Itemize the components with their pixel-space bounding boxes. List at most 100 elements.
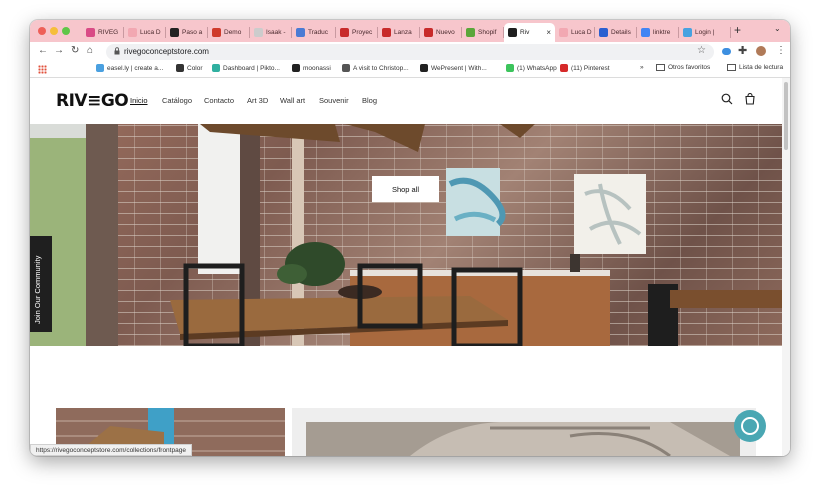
reading-list-button[interactable]: Lista de lectura: [727, 64, 783, 71]
tab-favicon-icon: [382, 28, 391, 37]
nav-link[interactable]: Souvenir: [319, 96, 349, 105]
bookmarks-more-button[interactable]: »: [640, 64, 644, 71]
other-bookmarks-folder[interactable]: Otros favoritos: [656, 64, 710, 71]
collection-tiles: [56, 408, 756, 456]
folder-icon: [656, 64, 665, 71]
reload-icon[interactable]: ↻: [71, 45, 79, 56]
browser-tab[interactable]: Isaak -: [250, 23, 292, 42]
bookmark-item[interactable]: moonassi: [292, 64, 331, 72]
scrollbar-thumb[interactable]: [784, 82, 788, 150]
browser-tab[interactable]: Lanza: [378, 23, 420, 42]
bookmark-label: (1) WhatsApp: [517, 64, 557, 72]
cloud-extension-icon[interactable]: [722, 48, 731, 55]
bookmark-item[interactable]: easel.ly | create a...: [96, 64, 163, 72]
browser-tab[interactable]: Shopif: [462, 23, 504, 42]
tab-separator: [730, 27, 731, 38]
hero-banner: Shop all: [30, 124, 782, 346]
tab-favicon-icon: [170, 28, 179, 37]
address-bar[interactable]: rivegoconceptstore.com ☆: [106, 44, 714, 60]
browser-tab[interactable]: Login |: [679, 23, 731, 42]
cart-icon[interactable]: [744, 93, 756, 105]
chat-widget-button[interactable]: [734, 410, 766, 442]
tab-title: linktre: [653, 29, 671, 36]
join-community-label: Join Our Community: [33, 255, 42, 324]
nav-link[interactable]: Wall art: [280, 96, 305, 105]
bookmark-item[interactable]: A visit to Christop...: [342, 64, 409, 72]
bookmark-item[interactable]: WePresent | With...: [420, 64, 487, 72]
bookmark-favicon-icon: [560, 64, 568, 72]
tab-favicon-icon: [212, 28, 221, 37]
browser-tab[interactable]: Nuevo: [420, 23, 462, 42]
tab-title: Nuevo: [436, 29, 455, 36]
bookmark-item[interactable]: Dashboard | Pikto...: [212, 64, 280, 72]
tab-title: Riv: [520, 29, 530, 36]
browser-tab[interactable]: Riv ×: [504, 23, 555, 42]
close-tab-icon[interactable]: ×: [546, 28, 551, 37]
extensions-puzzle-icon[interactable]: ✚: [738, 44, 747, 57]
tab-search-icon[interactable]: ⌄: [774, 24, 781, 33]
tab-title: Traduc: [308, 29, 328, 36]
tab-title: Paso a: [182, 29, 203, 36]
tab-favicon-icon: [508, 28, 517, 37]
bookmark-favicon-icon: [506, 64, 514, 72]
nav-link[interactable]: Art 3D: [247, 96, 268, 105]
browser-tab[interactable]: Traduc: [292, 23, 336, 42]
shop-all-button[interactable]: Shop all: [372, 176, 439, 202]
bookmark-label: Dashboard | Pikto...: [223, 64, 280, 72]
tab-title: Luca D: [571, 29, 592, 36]
nav-link[interactable]: Inicio: [130, 96, 148, 105]
lock-icon: [114, 47, 120, 55]
tab-title: Login |: [695, 29, 715, 36]
tab-title: Details: [611, 29, 631, 36]
maximize-window-button[interactable]: [62, 27, 70, 35]
reading-list-icon: [727, 64, 736, 71]
browser-menu-icon[interactable]: ⋮: [776, 45, 786, 56]
close-window-button[interactable]: [38, 27, 46, 35]
nav-link[interactable]: Blog: [362, 96, 377, 105]
join-community-tab[interactable]: Join Our Community: [30, 236, 52, 332]
url-text: rivegoconceptstore.com: [124, 47, 209, 56]
tab-title: Demo: [224, 29, 242, 36]
site-logo[interactable]: RIV≡GO: [56, 91, 129, 111]
nav-link[interactable]: Catálogo: [162, 96, 192, 105]
tab-favicon-icon: [641, 28, 650, 37]
bookmark-item[interactable]: Color: [176, 64, 203, 72]
new-tab-button[interactable]: +: [734, 23, 741, 37]
bookmark-label: A visit to Christop...: [353, 64, 409, 72]
tab-favicon-icon: [86, 28, 95, 37]
browser-tab[interactable]: Proyec: [336, 23, 378, 42]
browser-tab[interactable]: Luca D: [124, 23, 166, 42]
tab-favicon-icon: [296, 28, 305, 37]
bookmarks-bar: easel.ly | create a... Color Dashboard | P…: [30, 62, 790, 78]
forward-icon[interactable]: →: [54, 45, 64, 56]
browser-tab[interactable]: Details: [595, 23, 637, 42]
browser-tab[interactable]: RIVEG: [82, 23, 124, 42]
back-icon[interactable]: ←: [38, 45, 48, 56]
browser-tab[interactable]: Luca D: [555, 23, 595, 42]
page-scrollbar[interactable]: [782, 78, 790, 456]
browser-tab[interactable]: linktre: [637, 23, 679, 42]
nav-link[interactable]: Contacto: [204, 96, 234, 105]
bookmark-label: moonassi: [303, 64, 331, 72]
profile-avatar[interactable]: [756, 46, 766, 56]
minimize-window-button[interactable]: [50, 27, 58, 35]
site-header: RIV≡GO Inicio Catálogo Contacto Art 3D Wall …: [30, 78, 782, 124]
tab-favicon-icon: [559, 28, 568, 37]
tab-title: Luca D: [140, 29, 161, 36]
bookmark-star-icon[interactable]: ☆: [697, 45, 706, 56]
browser-window: RIVEG Luca D Paso a Demo Isaak - Traduc Proyec…: [30, 20, 790, 456]
bookmark-item[interactable]: (11) Pinterest: [560, 64, 610, 72]
bookmark-favicon-icon: [342, 64, 350, 72]
tab-title: Proyec: [352, 29, 373, 36]
search-icon[interactable]: [721, 93, 733, 105]
tab-favicon-icon: [340, 28, 349, 37]
bookmark-label: WePresent | With...: [431, 64, 487, 72]
browser-tab[interactable]: Paso a: [166, 23, 208, 42]
home-icon[interactable]: ⌂: [87, 45, 93, 56]
bookmark-favicon-icon: [292, 64, 300, 72]
bookmark-item[interactable]: (1) WhatsApp: [506, 64, 557, 72]
apps-grid-icon[interactable]: [38, 65, 47, 74]
browser-tab[interactable]: Demo: [208, 23, 250, 42]
tab-favicon-icon: [128, 28, 137, 37]
bookmark-favicon-icon: [212, 64, 220, 72]
